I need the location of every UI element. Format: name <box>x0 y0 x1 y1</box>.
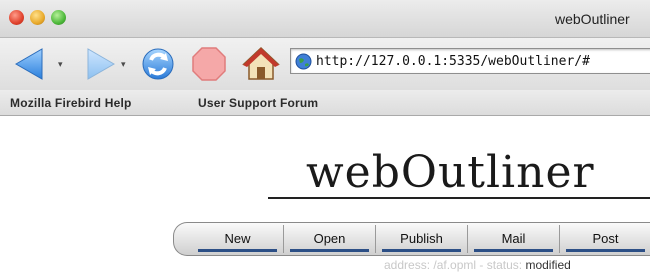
navigation-toolbar: ▾ ▾ <box>0 38 650 90</box>
page-content: webOutliner New Open Publish Mail Post a… <box>0 117 650 277</box>
outline-menu-bar: New Open Publish Mail Post <box>173 222 650 256</box>
status-separator: - <box>479 258 484 272</box>
forward-dropdown-icon[interactable]: ▾ <box>121 59 126 70</box>
home-icon[interactable] <box>240 43 282 85</box>
bookmark-firebird-help[interactable]: Mozilla Firebird Help <box>10 96 132 110</box>
back-dropdown-icon[interactable]: ▾ <box>58 59 63 70</box>
reload-icon[interactable] <box>137 43 179 85</box>
bookmark-user-support-forum[interactable]: User Support Forum <box>198 96 318 110</box>
globe-icon <box>295 53 312 70</box>
zoom-window-button[interactable] <box>51 10 66 25</box>
bookmarks-bar: Mozilla Firebird Help User Support Forum <box>0 90 650 116</box>
status-value: modified <box>525 258 571 272</box>
mail-button[interactable]: Mail <box>468 225 560 253</box>
minimize-window-button[interactable] <box>30 10 45 25</box>
stop-icon[interactable] <box>188 43 230 85</box>
status-label: status: <box>486 258 523 272</box>
status-line: address: /af.opml - status: modified <box>384 258 571 272</box>
window-title: webOutliner <box>555 11 630 27</box>
publish-button[interactable]: Publish <box>376 225 468 253</box>
post-button[interactable]: Post <box>560 225 650 253</box>
open-button[interactable]: Open <box>284 225 376 253</box>
title-bar: webOutliner <box>0 0 650 38</box>
url-input[interactable] <box>316 52 650 71</box>
address-value: /af.opml <box>433 258 477 272</box>
forward-arrow-icon[interactable] <box>78 43 120 85</box>
app-logo: webOutliner <box>306 147 595 198</box>
close-window-button[interactable] <box>9 10 24 25</box>
new-button[interactable]: New <box>192 225 284 253</box>
back-arrow-icon[interactable] <box>12 43 54 85</box>
url-bar[interactable] <box>290 48 650 74</box>
address-label: address: <box>384 258 431 272</box>
logo-divider <box>268 197 650 199</box>
